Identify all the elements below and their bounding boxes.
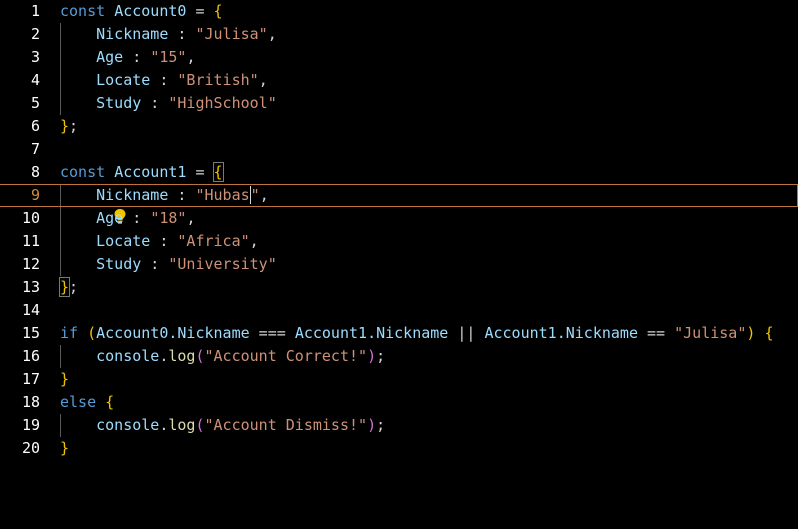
- code-text: Age : "15",: [96, 48, 196, 66]
- code-text: Locate : "Africa",: [96, 232, 259, 250]
- code-line[interactable]: 14: [0, 299, 798, 322]
- line-number: 7: [30, 140, 40, 158]
- code-text: Nickname : "Hubas",: [96, 186, 269, 204]
- code-text: console.log("Account Correct!");: [96, 347, 386, 365]
- code-line[interactable]: 7: [0, 138, 798, 161]
- line-number: 20: [21, 439, 40, 457]
- line-number: 1: [30, 2, 40, 20]
- code-line[interactable]: 20 }: [0, 437, 798, 460]
- matching-bracket: {: [212, 162, 224, 182]
- code-line[interactable]: 3 Age : "15",: [0, 46, 798, 69]
- line-number: 18: [21, 393, 40, 411]
- code-line[interactable]: 11 Locate : "Africa",: [0, 230, 798, 253]
- code-text: else {: [60, 393, 115, 411]
- code-text: Study : "University": [96, 255, 277, 273]
- code-line[interactable]: 8 const Account1 = {: [0, 161, 798, 184]
- code-line[interactable]: 19 console.log("Account Dismiss!");: [0, 414, 798, 437]
- code-line[interactable]: 13 };: [0, 276, 798, 299]
- line-number: 9: [30, 186, 40, 204]
- line-number: 4: [30, 71, 40, 89]
- code-text: Locate : "British",: [96, 71, 268, 89]
- code-line[interactable]: 16 console.log("Account Correct!");: [0, 345, 798, 368]
- line-number: 15: [21, 324, 40, 342]
- code-line[interactable]: 6 };: [0, 115, 798, 138]
- code-text: if (Account0.Nickname === Account1.Nickn…: [60, 324, 774, 342]
- line-number: 14: [21, 301, 40, 319]
- code-text: Age : "18",: [96, 209, 196, 227]
- line-number: 5: [30, 94, 40, 112]
- code-text: Nickname : "Julisa",: [96, 25, 277, 43]
- line-number: 8: [30, 163, 40, 181]
- code-line[interactable]: 17 }: [0, 368, 798, 391]
- line-number: 2: [30, 25, 40, 43]
- code-line-current[interactable]: 9 Nickname : "Hubas",: [0, 184, 798, 224]
- line-number: 3: [30, 48, 40, 66]
- line-number: 13: [21, 278, 40, 296]
- line-number: 11: [21, 232, 40, 250]
- code-text: };: [58, 277, 79, 297]
- code-text: Study : "HighSchool": [96, 94, 277, 112]
- code-line[interactable]: 12 Study : "University": [0, 253, 798, 276]
- text-cursor: "Hubas: [195, 186, 251, 204]
- line-number: 6: [30, 117, 40, 135]
- code-text: }: [60, 439, 70, 457]
- code-line[interactable]: 4 Locate : "British",: [0, 69, 798, 92]
- code-text: const Account1 = {: [60, 162, 224, 182]
- matching-bracket: }: [58, 277, 71, 297]
- code-text: console.log("Account Dismiss!");: [96, 416, 386, 434]
- code-line[interactable]: 5 Study : "HighSchool": [0, 92, 798, 115]
- line-number: 10: [21, 209, 40, 227]
- code-text: const Account0 = {: [60, 2, 223, 20]
- code-text: };: [60, 117, 79, 135]
- code-line[interactable]: 18 else {: [0, 391, 798, 414]
- line-number: 16: [21, 347, 40, 365]
- code-line[interactable]: 10 Age : "18",: [0, 207, 798, 230]
- line-number: 12: [21, 255, 40, 273]
- code-line[interactable]: 15 if (Account0.Nickname === Account1.Ni…: [0, 322, 798, 345]
- code-text: }: [60, 370, 70, 388]
- code-line[interactable]: 1 const Account0 = {: [0, 0, 798, 23]
- code-editor[interactable]: 1 const Account0 = { 2 Nickname : "Julis…: [0, 0, 798, 461]
- line-number: 19: [21, 416, 40, 434]
- code-line[interactable]: 2 Nickname : "Julisa",: [0, 23, 798, 46]
- line-number: 17: [21, 370, 40, 388]
